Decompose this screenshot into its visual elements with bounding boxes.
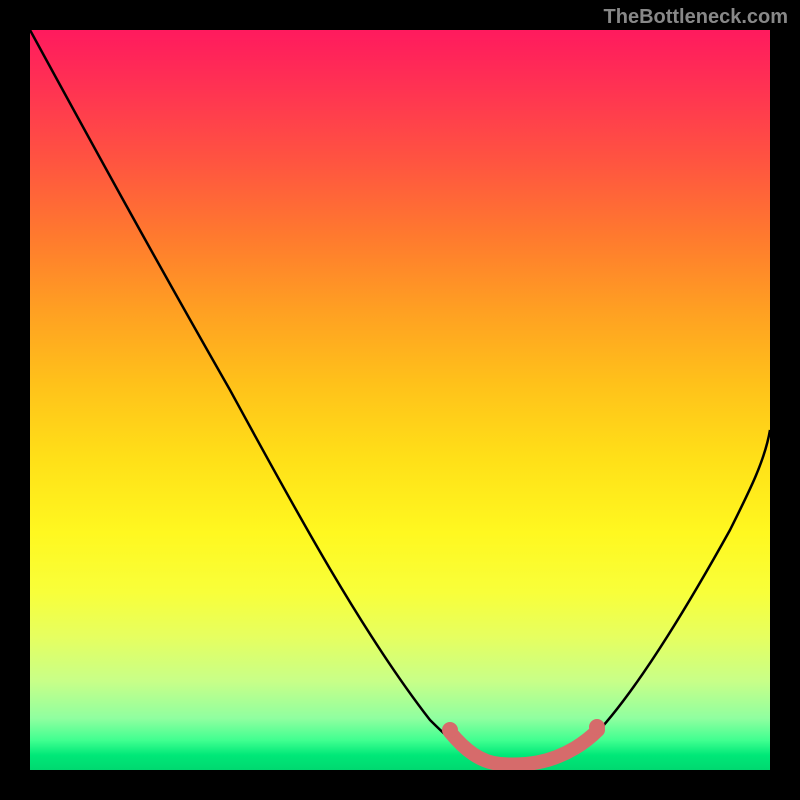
plot-area <box>30 30 770 770</box>
bottleneck-curve-path <box>30 30 770 766</box>
chart-svg <box>30 30 770 770</box>
highlight-dot-right <box>589 719 605 735</box>
highlight-dot-left <box>442 722 458 738</box>
optimal-zone-highlight <box>450 730 598 765</box>
attribution-text: TheBottleneck.com <box>604 6 788 29</box>
